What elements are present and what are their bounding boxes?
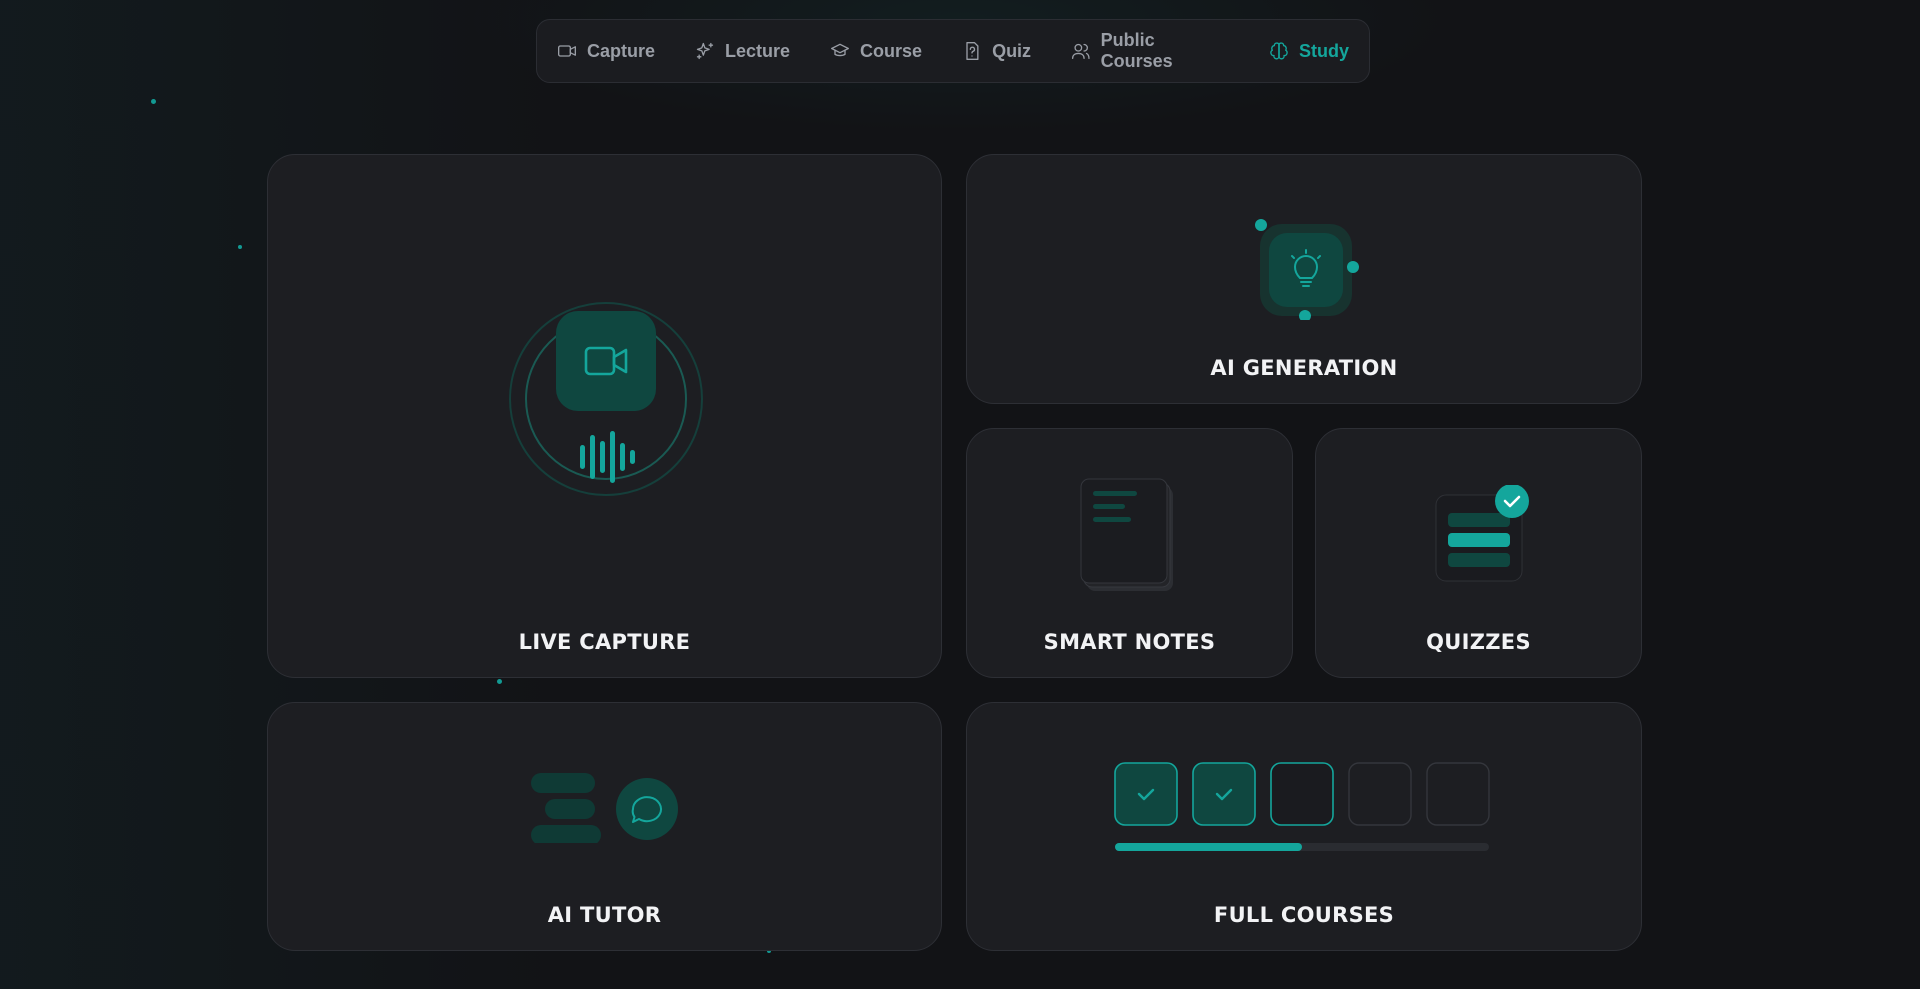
notes-stack-icon: [1080, 478, 1173, 591]
feature-card-quizzes[interactable]: QUIZZES: [1315, 428, 1642, 678]
course-module-tile: [1270, 762, 1334, 826]
video-icon: [558, 45, 576, 57]
decor-dot: [497, 679, 502, 684]
course-module-tile: [1348, 762, 1412, 826]
card-title: LIVE CAPTURE: [518, 630, 691, 654]
feature-card-smart-notes[interactable]: SMART NOTES: [966, 428, 1293, 678]
waveform-icon: [580, 431, 635, 483]
feature-card-full-courses[interactable]: FULL COURSES: [966, 702, 1642, 951]
nav-tab-label: Course: [860, 40, 923, 61]
progress-fill: [1115, 843, 1302, 851]
decor-dot: [238, 245, 242, 249]
decor-dot: [151, 99, 156, 104]
nav-tab-course[interactable]: Course: [810, 31, 942, 71]
course-module-tile: [1192, 762, 1256, 826]
quiz-illustration: [1435, 485, 1529, 582]
sparkles-icon: [696, 42, 714, 60]
feature-card-ai-generation[interactable]: AI GENERATION: [966, 154, 1642, 404]
nav-tab-study[interactable]: Study: [1249, 31, 1369, 71]
feature-card-live-capture[interactable]: LIVE CAPTURE: [267, 154, 942, 678]
nav-tab-label: Quiz: [992, 40, 1032, 61]
card-title: FULL COURSES: [1213, 903, 1395, 927]
nav-tab-lecture[interactable]: Lecture: [675, 31, 810, 71]
card-title: AI GENERATION: [1210, 356, 1398, 380]
tutor-illustration: [531, 773, 678, 843]
brain-icon: [1270, 42, 1288, 60]
feature-card-ai-tutor[interactable]: AI TUTOR: [267, 702, 942, 951]
card-title: AI TUTOR: [547, 903, 662, 927]
nav-tab-capture[interactable]: Capture: [537, 31, 675, 71]
card-title: SMART NOTES: [1043, 630, 1216, 654]
nav-tab-quiz[interactable]: Quiz: [942, 31, 1051, 71]
course-progress-illustration: [1114, 762, 1490, 851]
nav-tab-label: Capture: [587, 40, 656, 61]
users-icon: [1072, 43, 1090, 60]
nav-tab-public-courses[interactable]: Public Courses: [1051, 30, 1249, 71]
graduation-cap-icon: [831, 43, 850, 57]
nav-tab-label: Study: [1298, 40, 1349, 61]
nav-tab-label: Public Courses: [1100, 30, 1173, 71]
top-navigation: Capture Lecture Course Quiz Public Cours…: [536, 19, 1370, 83]
question-file-icon: [966, 42, 979, 60]
course-module-tile: [1426, 762, 1490, 826]
nav-tab-label: Lecture: [725, 40, 791, 61]
capture-illustration: [509, 302, 703, 496]
card-title: QUIZZES: [1426, 630, 1531, 654]
course-module-tile: [1114, 762, 1178, 826]
ai-illustration: [1255, 219, 1359, 320]
